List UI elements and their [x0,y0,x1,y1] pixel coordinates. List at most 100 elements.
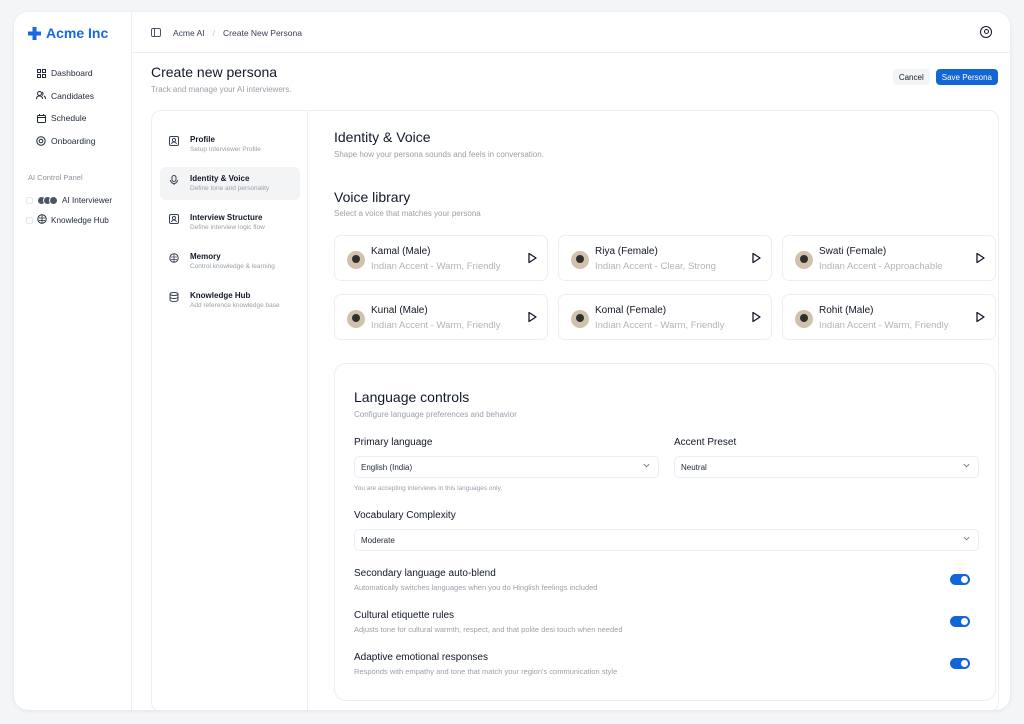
breadcrumb-item-current: Create New Persona [223,28,302,38]
toggle-desc-cultural-etiquette: Adjusts tone for cultural warmth, respec… [354,625,623,634]
accent-preset-label: Accent Preset [674,437,737,448]
chevron-down-icon [963,536,970,541]
brand-name: Acme Inc [46,25,109,41]
auto-blend-toggle[interactable] [950,574,970,585]
save-persona-button[interactable]: Save Persona [935,69,998,85]
play-icon[interactable] [526,311,538,323]
target-icon [36,136,46,146]
voice-name: Komal (Female) [595,305,667,316]
step-profile[interactable]: Profile Setup Interviewer Profile [160,128,300,161]
brand[interactable]: Acme Inc [28,25,108,41]
brain-icon [169,253,179,263]
voice-card-kunal[interactable]: Kunal (Male) Indian Accent - Warm, Frien… [334,294,548,340]
voice-card-riya[interactable]: Riya (Female) Indian Accent - Clear, Str… [558,235,772,281]
chevron-down-icon [963,463,970,468]
grid-icon [36,68,46,78]
step-nav: Profile Setup Interviewer Profile Identi… [152,111,308,710]
avatar [571,251,589,269]
accent-preset-select[interactable]: Neutral [674,456,979,478]
toggle-title-cultural-etiquette: Cultural etiquette rules [354,610,455,621]
accent-preset-value: Neutral [681,463,707,472]
play-icon[interactable] [750,252,762,264]
primary-language-select[interactable]: English (India) [354,456,659,478]
play-icon[interactable] [750,311,762,323]
voice-name: Kunal (Male) [371,305,428,316]
topbar: Acme AI / Create New Persona [133,12,1010,53]
avatar [571,310,589,328]
sidebar-item-ai-interviewer[interactable]: AI Interviewer [26,190,112,210]
adaptive-emotion-toggle[interactable] [950,658,970,669]
avatars-group-icon [37,195,58,205]
toggle-desc-auto-blend: Automatically switches languages when yo… [354,583,598,592]
database-icon [169,292,179,302]
toggle-title-auto-blend: Secondary language auto-blend [354,568,496,579]
page-subtitle: Track and manage your AI interviewers. [151,85,292,94]
sidebar-item-knowledge-hub[interactable]: Knowledge Hub [26,210,112,230]
avatar [347,251,365,269]
section-subtitle-voice-library: Select a voice that matches your persona [334,209,481,218]
page-header: Create new persona Track and manage your… [151,64,292,94]
sidebar-item-candidates[interactable]: Candidates [36,85,95,108]
vocabulary-complexity-select[interactable]: Moderate [354,529,979,551]
app-window: Acme Inc Dashboard Candidates Schedule O… [14,12,1010,710]
language-controls-card: Language controls Configure language pre… [334,363,996,701]
sidebar-item-onboarding[interactable]: Onboarding [36,130,95,153]
user-avatar-icon[interactable] [980,26,992,38]
language-controls-title: Language controls [354,389,470,405]
step-identity-voice[interactable]: Identity & Voice Define tone and persona… [160,167,300,200]
step-description: Add reference knowledge base [190,302,280,309]
profile-icon [169,214,179,224]
voice-description: Indian Accent - Warm, Friendly [819,320,949,331]
step-title: Knowledge Hub [190,291,251,300]
voice-card-swati[interactable]: Swati (Female) Indian Accent - Approacha… [782,235,996,281]
vocabulary-complexity-value: Moderate [361,536,395,545]
step-knowledge-hub[interactable]: Knowledge Hub Add reference knowledge ba… [160,284,300,317]
avatar [795,251,813,269]
section-title-identity: Identity & Voice [334,129,431,145]
step-memory[interactable]: Memory Control knowledge & learning [160,245,300,278]
voice-description: Indian Accent - Warm, Friendly [595,320,725,331]
sidebar-item-label: Candidates [51,90,95,101]
play-icon[interactable] [526,252,538,264]
sidebar-item-schedule[interactable]: Schedule [36,107,95,130]
toggle-desc-adaptive-emotion: Responds with empathy and tone that matc… [354,667,618,676]
sidebar-item-dashboard[interactable]: Dashboard [36,62,95,85]
mic-icon [170,175,178,185]
breadcrumb-item-acme-ai[interactable]: Acme AI [173,28,205,38]
main-nav: Dashboard Candidates Schedule Onboarding [36,62,95,152]
voice-name: Kamal (Male) [371,246,431,257]
chevron-down-icon [643,463,650,468]
voice-card-kamal[interactable]: Kamal (Male) Indian Accent - Warm, Frien… [334,235,548,281]
primary-language-hint: You are accepting interviews in this lan… [354,485,503,492]
avatar [347,310,365,328]
voice-name: Swati (Female) [819,246,887,257]
voice-description: Indian Accent - Approachable [819,261,943,272]
voice-description: Indian Accent - Warm, Friendly [371,320,501,331]
checkbox-icon [26,216,33,224]
voice-card-komal[interactable]: Komal (Female) Indian Accent - Warm, Fri… [558,294,772,340]
step-description: Control knowledge & learning [190,263,275,270]
sidebar-item-label: Schedule [51,113,87,124]
persona-editor: Profile Setup Interviewer Profile Identi… [151,110,999,710]
toggle-title-adaptive-emotion: Adaptive emotional responses [354,652,488,663]
ai-control-nav: AI Interviewer Knowledge Hub [26,190,112,230]
breadcrumb-separator: / [212,28,216,38]
play-icon[interactable] [974,252,986,264]
step-interview-structure[interactable]: Interview Structure Define interview log… [160,206,300,239]
play-icon[interactable] [974,311,986,323]
step-title: Profile [190,135,215,144]
step-description: Define tone and personality [190,185,270,192]
language-controls-subtitle: Configure language preferences and behav… [354,410,517,419]
step-title: Identity & Voice [190,174,250,183]
sidebar-item-label: Dashboard [51,68,93,79]
step-description: Define interview logic flow [190,224,265,231]
voice-name: Riya (Female) [595,246,658,257]
cancel-button[interactable]: Cancel [892,69,930,85]
cultural-etiquette-toggle[interactable] [950,616,970,627]
voice-description: Indian Accent - Warm, Friendly [371,261,501,272]
sidebar-item-label: Onboarding [51,135,96,146]
sidebar-toggle-icon[interactable] [151,28,161,37]
sidebar-item-label: AI Interviewer [62,195,113,205]
voice-card-rohit[interactable]: Rohit (Male) Indian Accent - Warm, Frien… [782,294,996,340]
users-icon [36,91,46,101]
